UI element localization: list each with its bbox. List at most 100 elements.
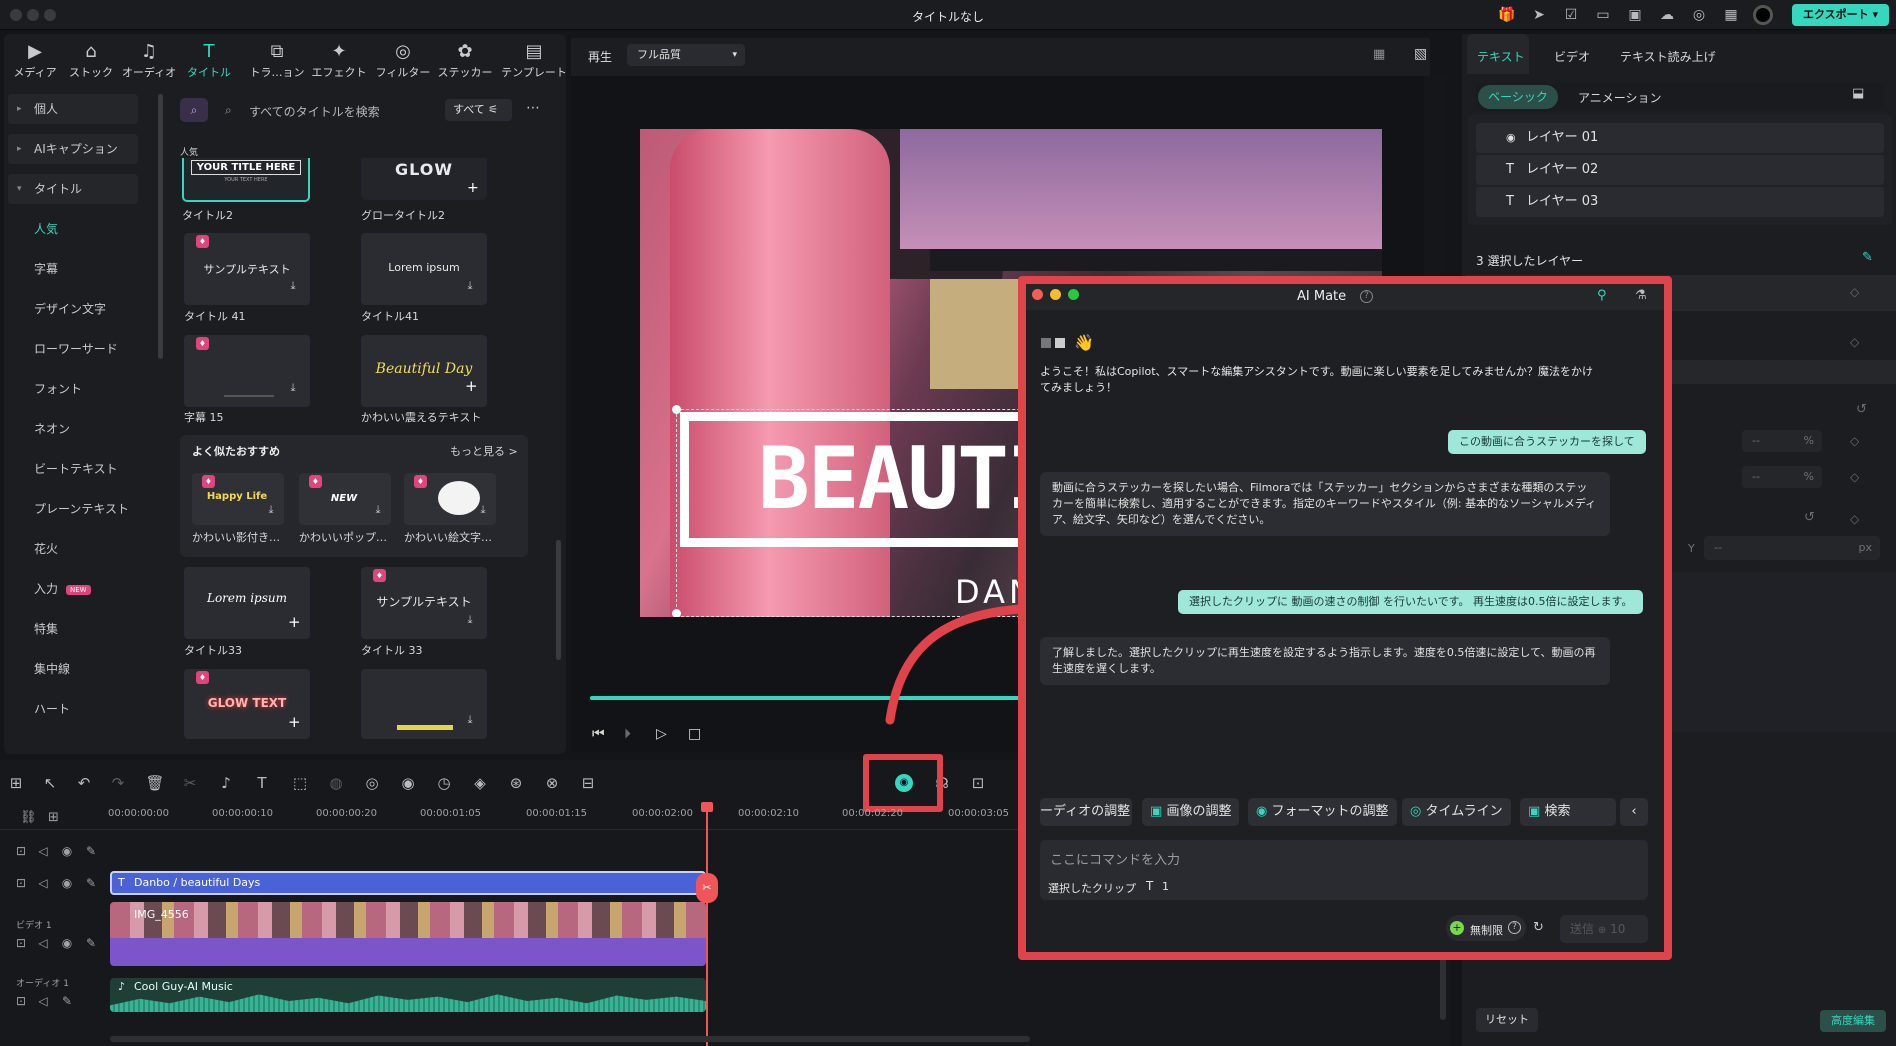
lock-icon[interactable]: ⊡ <box>14 994 28 1008</box>
mute-icon[interactable]: ✎ <box>84 876 98 890</box>
video-clip-audio[interactable] <box>110 938 706 966</box>
ai-search-icon[interactable]: ⌕ <box>180 98 208 122</box>
title-tile[interactable]: ♦ ⤓ <box>184 335 310 407</box>
layout-icon[interactable]: ▭ <box>1594 7 1612 23</box>
undo-icon[interactable]: ↶ <box>74 774 94 792</box>
title-tile[interactable]: GLOW + <box>361 158 487 200</box>
tab-stock[interactable]: ⌂ ストック <box>60 40 122 80</box>
minimize-window-button[interactable] <box>1050 289 1061 300</box>
sidebar-item-speed-lines[interactable]: 集中線 <box>8 654 138 684</box>
mute-icon[interactable]: ✎ <box>60 994 74 1008</box>
sidebar-item-input[interactable]: 入力 NEW <box>8 574 138 604</box>
loop-icon[interactable]: ⊗ <box>542 774 562 792</box>
apps-grid-icon[interactable]: ▦ <box>1722 7 1740 23</box>
reset-icon[interactable]: ↺ <box>1804 510 1815 525</box>
send-icon[interactable]: ➤ <box>1530 7 1548 23</box>
chip-timeline[interactable]: ◎ タイムライン <box>1402 798 1511 826</box>
sidebar-item-font[interactable]: フォント <box>8 374 138 404</box>
mute-icon[interactable]: ✎ <box>84 844 98 858</box>
advanced-edit-button[interactable]: 高度編集 <box>1820 1010 1886 1032</box>
redo-icon[interactable]: ↷ <box>108 774 128 792</box>
play-reverse-icon[interactable]: ⏵ <box>624 726 631 742</box>
y-position-field[interactable]: -- px <box>1704 536 1880 560</box>
audio-clip[interactable]: ♪ Cool Guy-AI Music <box>110 978 706 1012</box>
tab-audio[interactable]: ♫ オーディオ <box>118 40 180 80</box>
flask-icon[interactable]: ⚗ <box>1635 288 1647 303</box>
avatar[interactable] <box>1753 5 1773 25</box>
export-button[interactable]: エクスポート ▾ <box>1792 4 1889 26</box>
sidebar-item-personal[interactable]: 個人 <box>8 94 138 124</box>
ai-mate-icon[interactable]: ◉ <box>895 774 913 792</box>
tab-sticker[interactable]: ✿ ステッカー <box>434 40 496 80</box>
stop-icon[interactable]: □ <box>688 726 701 742</box>
tab-effect[interactable]: ✦ エフェクト <box>308 40 370 80</box>
title-tile[interactable]: ♦ GLOW TEXT + <box>184 669 310 739</box>
recommend-tile[interactable]: ♦ Happy Life ⤓ <box>192 473 284 525</box>
layer-row[interactable]: ◉ レイヤー 01 <box>1476 123 1884 153</box>
volume-icon[interactable]: ◁ <box>36 844 50 858</box>
keyframe-icon[interactable]: ◇ <box>1850 512 1859 526</box>
download-icon[interactable]: ⤓ <box>463 613 477 627</box>
sidebar-item-ai-caption[interactable]: AIキャプション <box>8 134 138 164</box>
playhead-handle[interactable] <box>701 802 713 812</box>
browser-scrollbar[interactable] <box>556 540 561 660</box>
link-icon[interactable]: ⛓ <box>20 810 37 825</box>
refresh-icon[interactable]: ↻ <box>1533 920 1544 935</box>
tab-filter[interactable]: ◎ フィルター <box>372 40 434 80</box>
layer-row[interactable]: T レイヤー 02 <box>1476 155 1884 185</box>
select-tool-icon[interactable]: ⊞ <box>6 774 26 792</box>
download-icon[interactable]: ⤓ <box>264 503 278 517</box>
chip-image-adjust[interactable]: ▣ 画像の調整 <box>1142 798 1240 826</box>
ai-tool-icon[interactable]: ◉ <box>398 774 418 792</box>
close-window-button[interactable] <box>1032 289 1043 300</box>
sidebar-item-popular[interactable]: 人気 <box>8 214 138 244</box>
subtab-basic[interactable]: ベーシック <box>1478 85 1558 109</box>
add-icon[interactable]: + <box>465 377 478 395</box>
sidebar-item-design-text[interactable]: デザイン文字 <box>8 294 138 324</box>
feedback-icon[interactable]: ☑ <box>1562 7 1580 23</box>
mute-icon[interactable]: ✎ <box>84 936 98 950</box>
color-icon[interactable]: ◎ <box>362 774 382 792</box>
chip-scroll-left-icon[interactable]: ‹ <box>1620 798 1648 826</box>
sidebar-item-heart[interactable]: ハート <box>8 694 138 724</box>
resize-handle[interactable] <box>672 405 681 414</box>
title-tile[interactable]: YOUR TITLE HERE YOUR TEXT HERE <box>182 158 310 202</box>
split-icon[interactable]: ✂ <box>696 873 718 903</box>
eye-icon[interactable]: ◉ <box>60 936 74 950</box>
reset-button[interactable]: リセット <box>1476 1008 1538 1032</box>
support-icon[interactable]: ◎ <box>1690 7 1708 23</box>
subtitle-tool-icon[interactable]: ⊟ <box>578 774 598 792</box>
title-tile[interactable]: ♦ サンプルテキスト ⤓ <box>184 233 310 305</box>
recommend-tile[interactable]: ♦ ⤓ <box>404 473 496 525</box>
value-field[interactable]: --% <box>1742 430 1822 452</box>
chip-format-adjust[interactable]: ◉ フォーマットの調整 <box>1248 798 1397 826</box>
keyframe-icon[interactable]: ◇ <box>1850 335 1859 349</box>
sidebar-item-title[interactable]: タイトル <box>8 174 138 204</box>
download-icon[interactable]: ⤓ <box>371 503 385 517</box>
tab-text[interactable]: テキスト <box>1477 48 1525 65</box>
lock-icon[interactable]: ⊡ <box>14 936 28 950</box>
lock-icon[interactable]: ⊡ <box>14 876 28 890</box>
play-icon[interactable]: ▷ <box>656 726 667 742</box>
tab-template[interactable]: ▤ テンプレート <box>500 40 568 80</box>
help-icon[interactable]: ? <box>1360 290 1373 303</box>
cut-icon[interactable]: ✂ <box>180 774 200 792</box>
filter-dropdown[interactable]: すべて ⚟ <box>445 99 512 121</box>
grid-view-icon[interactable]: ▦ <box>1373 47 1385 62</box>
tab-transition[interactable]: ⧉ トラ…ョン <box>246 40 308 80</box>
playhead[interactable] <box>706 804 708 1046</box>
speed-icon[interactable]: ◷ <box>434 774 454 792</box>
value-field[interactable]: --% <box>1742 466 1822 488</box>
more-options-icon[interactable]: ⋯ <box>526 100 540 116</box>
delete-icon[interactable]: 🗑 <box>145 774 165 792</box>
save-icon[interactable]: ▣ <box>1626 7 1644 23</box>
chip-audio-adjust[interactable]: ーディオの調整 <box>1040 798 1132 826</box>
download-icon[interactable]: ⤓ <box>463 279 477 293</box>
reset-icon[interactable]: ↺ <box>1856 402 1867 417</box>
keyframe-icon[interactable]: ◇ <box>1850 285 1859 299</box>
send-button[interactable]: 送信 ⊕ 10 <box>1560 915 1648 943</box>
eye-icon[interactable]: ◉ <box>60 876 74 890</box>
tab-title[interactable]: T タイトル <box>178 40 240 80</box>
see-more-link[interactable]: もっと見る > <box>450 443 518 459</box>
download-icon[interactable]: ⤓ <box>476 503 490 517</box>
